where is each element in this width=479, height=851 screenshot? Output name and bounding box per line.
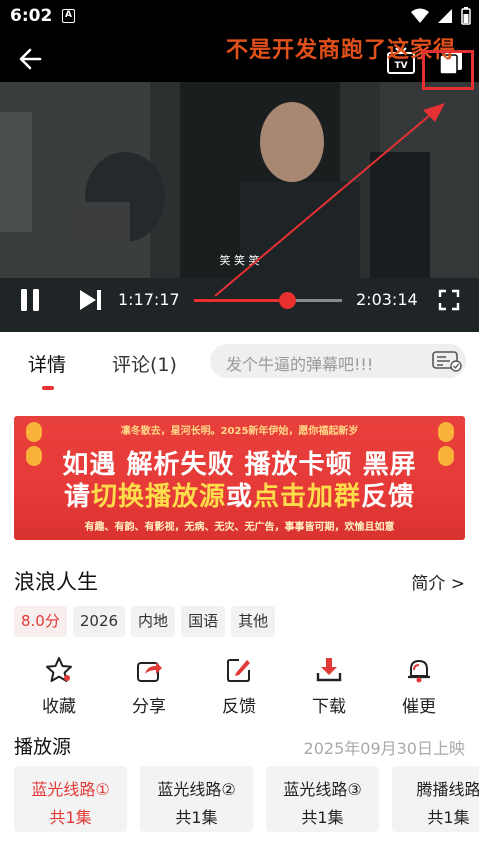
signal-icon bbox=[438, 9, 452, 23]
source-name: 蓝光线路③ bbox=[283, 780, 362, 799]
banner-greeting: 凛冬散去，星河长明。2025新年伊始，愿你福起新岁 bbox=[120, 426, 359, 437]
source-list: 蓝光线路① 共1集 蓝光线路② 共1集 蓝光线路③ 共1集 腾播线路 共1集 bbox=[14, 766, 479, 832]
download-icon bbox=[316, 658, 342, 682]
danmu-input[interactable]: 发个牛逼的弹幕吧!!! bbox=[210, 344, 466, 378]
video-frame bbox=[0, 82, 479, 278]
source-name: 腾播线路 bbox=[416, 780, 479, 799]
highlight-box bbox=[422, 50, 474, 90]
detail-tabs: 详情 评论(1) 发个牛逼的弹幕吧!!! bbox=[0, 332, 479, 390]
status-icons bbox=[411, 6, 471, 26]
source-section-title: 播放源 bbox=[14, 736, 72, 758]
source-item[interactable]: 腾播线路 共1集 bbox=[392, 766, 479, 832]
action-row: 收藏 分享 反馈 下载 催更 bbox=[0, 656, 479, 720]
tab-detail[interactable]: 详情 bbox=[28, 350, 66, 377]
share-label: 分享 bbox=[132, 697, 166, 717]
danmu-settings-icon[interactable] bbox=[432, 350, 462, 372]
pause-icon[interactable] bbox=[18, 288, 42, 312]
notification-a-icon: A bbox=[62, 9, 75, 23]
next-episode-icon[interactable] bbox=[78, 288, 104, 312]
bell-icon bbox=[408, 659, 430, 683]
banner-highlight: 点击加群 bbox=[253, 482, 362, 512]
source-count: 共1集 bbox=[49, 808, 92, 827]
source-count: 共1集 bbox=[427, 808, 470, 827]
movie-title: 浪浪人生 bbox=[14, 570, 98, 594]
tag-genre: 其他 bbox=[231, 606, 276, 637]
feedback-button[interactable]: 反馈 bbox=[204, 656, 274, 717]
release-date: 2025年09月30日上映 bbox=[303, 739, 465, 758]
source-item[interactable]: 蓝光线路② 共1集 bbox=[140, 766, 253, 832]
status-time: 6:02 bbox=[10, 6, 53, 26]
source-name: 蓝光线路② bbox=[157, 780, 236, 799]
video-player[interactable]: 笑 笑 笑 1:17:17 2:03:14 bbox=[0, 82, 479, 332]
wifi-icon bbox=[411, 8, 429, 23]
tab-active-indicator bbox=[42, 386, 54, 390]
tag-year: 2026 bbox=[72, 606, 126, 637]
banner-text: 或 bbox=[225, 482, 253, 512]
battery-icon bbox=[461, 7, 471, 25]
seek-progress bbox=[194, 299, 288, 302]
tab-comments[interactable]: 评论(1) bbox=[112, 350, 177, 377]
banner-text: 反馈 bbox=[361, 482, 416, 512]
remind-button[interactable]: 催更 bbox=[384, 656, 454, 717]
notice-banner[interactable]: 凛冬散去，星河长明。2025新年伊始，愿你福起新岁 如遇 解析失败 播放卡顿 黑… bbox=[14, 416, 465, 540]
intro-link[interactable]: 简介 > bbox=[411, 569, 465, 594]
current-time: 1:17:17 bbox=[118, 290, 180, 309]
movie-tags: 8.0分 2026 内地 国语 其他 bbox=[14, 606, 276, 637]
favorite-button[interactable]: 收藏 bbox=[24, 656, 94, 717]
arrow-left-icon[interactable] bbox=[14, 44, 46, 74]
banner-highlight: 切换播放源 bbox=[90, 482, 226, 512]
status-bar: 6:02 A bbox=[0, 0, 479, 34]
source-item[interactable]: 蓝光线路③ 共1集 bbox=[266, 766, 379, 832]
favorite-label: 收藏 bbox=[42, 697, 76, 717]
share-icon bbox=[137, 662, 162, 682]
download-label: 下载 bbox=[312, 697, 346, 717]
seek-bar[interactable] bbox=[194, 292, 342, 309]
danmu-placeholder: 发个牛逼的弹幕吧!!! bbox=[226, 355, 374, 374]
fullscreen-icon[interactable] bbox=[438, 289, 460, 311]
source-item[interactable]: 蓝光线路① 共1集 bbox=[14, 766, 127, 832]
edit-icon bbox=[227, 659, 250, 682]
star-icon bbox=[46, 657, 72, 682]
tag-region: 内地 bbox=[131, 606, 176, 637]
feedback-label: 反馈 bbox=[222, 697, 256, 717]
source-name: 蓝光线路① bbox=[31, 780, 110, 799]
total-time: 2:03:14 bbox=[356, 290, 418, 309]
video-subtitle: 笑 笑 笑 bbox=[219, 254, 260, 267]
banner-line-2: 请切换播放源或点击加群反馈 bbox=[14, 476, 465, 513]
banner-text: 请 bbox=[63, 482, 91, 512]
tag-language: 国语 bbox=[181, 606, 226, 637]
seek-thumb[interactable] bbox=[279, 292, 297, 309]
source-count: 共1集 bbox=[175, 808, 218, 827]
remind-label: 催更 bbox=[402, 697, 436, 717]
banner-wishes: 有趣、有韵、有影视，无病、无灾、无广告，事事皆可期，欢愉且如意 bbox=[84, 522, 395, 533]
player-controls: 1:17:17 2:03:14 bbox=[0, 278, 479, 324]
download-button[interactable]: 下载 bbox=[294, 656, 364, 717]
share-button[interactable]: 分享 bbox=[114, 656, 184, 717]
source-count: 共1集 bbox=[301, 808, 344, 827]
tag-score: 8.0分 bbox=[14, 606, 67, 637]
